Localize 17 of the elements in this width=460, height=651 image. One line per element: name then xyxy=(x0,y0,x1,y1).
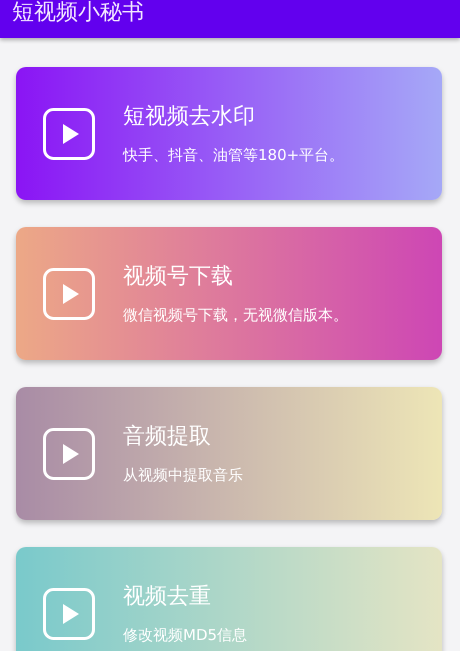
play-icon xyxy=(43,428,95,480)
card-title: 视频号下载 xyxy=(123,262,234,290)
feature-card[interactable]: 视频去重 修改视频MD5信息 xyxy=(16,547,442,651)
feature-card[interactable]: 短视频去水印 快手、抖音、油管等180+平台。 xyxy=(16,67,442,200)
play-icon xyxy=(43,268,95,320)
card-title: 音频提取 xyxy=(123,422,212,450)
card-title: 视频去重 xyxy=(123,582,212,610)
card-subtitle: 从视频中提取音乐 xyxy=(123,464,243,484)
play-icon xyxy=(43,108,95,160)
play-icon xyxy=(43,588,95,640)
card-title: 短视频去水印 xyxy=(123,102,256,130)
feature-card[interactable]: 视频号下载 微信视频号下载，无视微信版本。 xyxy=(16,227,442,360)
feature-card[interactable]: 音频提取 从视频中提取音乐 xyxy=(16,387,442,520)
card-subtitle: 修改视频MD5信息 xyxy=(123,624,248,644)
app-title: 短视频小秘书 xyxy=(12,1,144,25)
card-subtitle: 微信视频号下载，无视微信版本。 xyxy=(123,304,348,324)
card-subtitle: 快手、抖音、油管等180+平台。 xyxy=(123,144,344,164)
